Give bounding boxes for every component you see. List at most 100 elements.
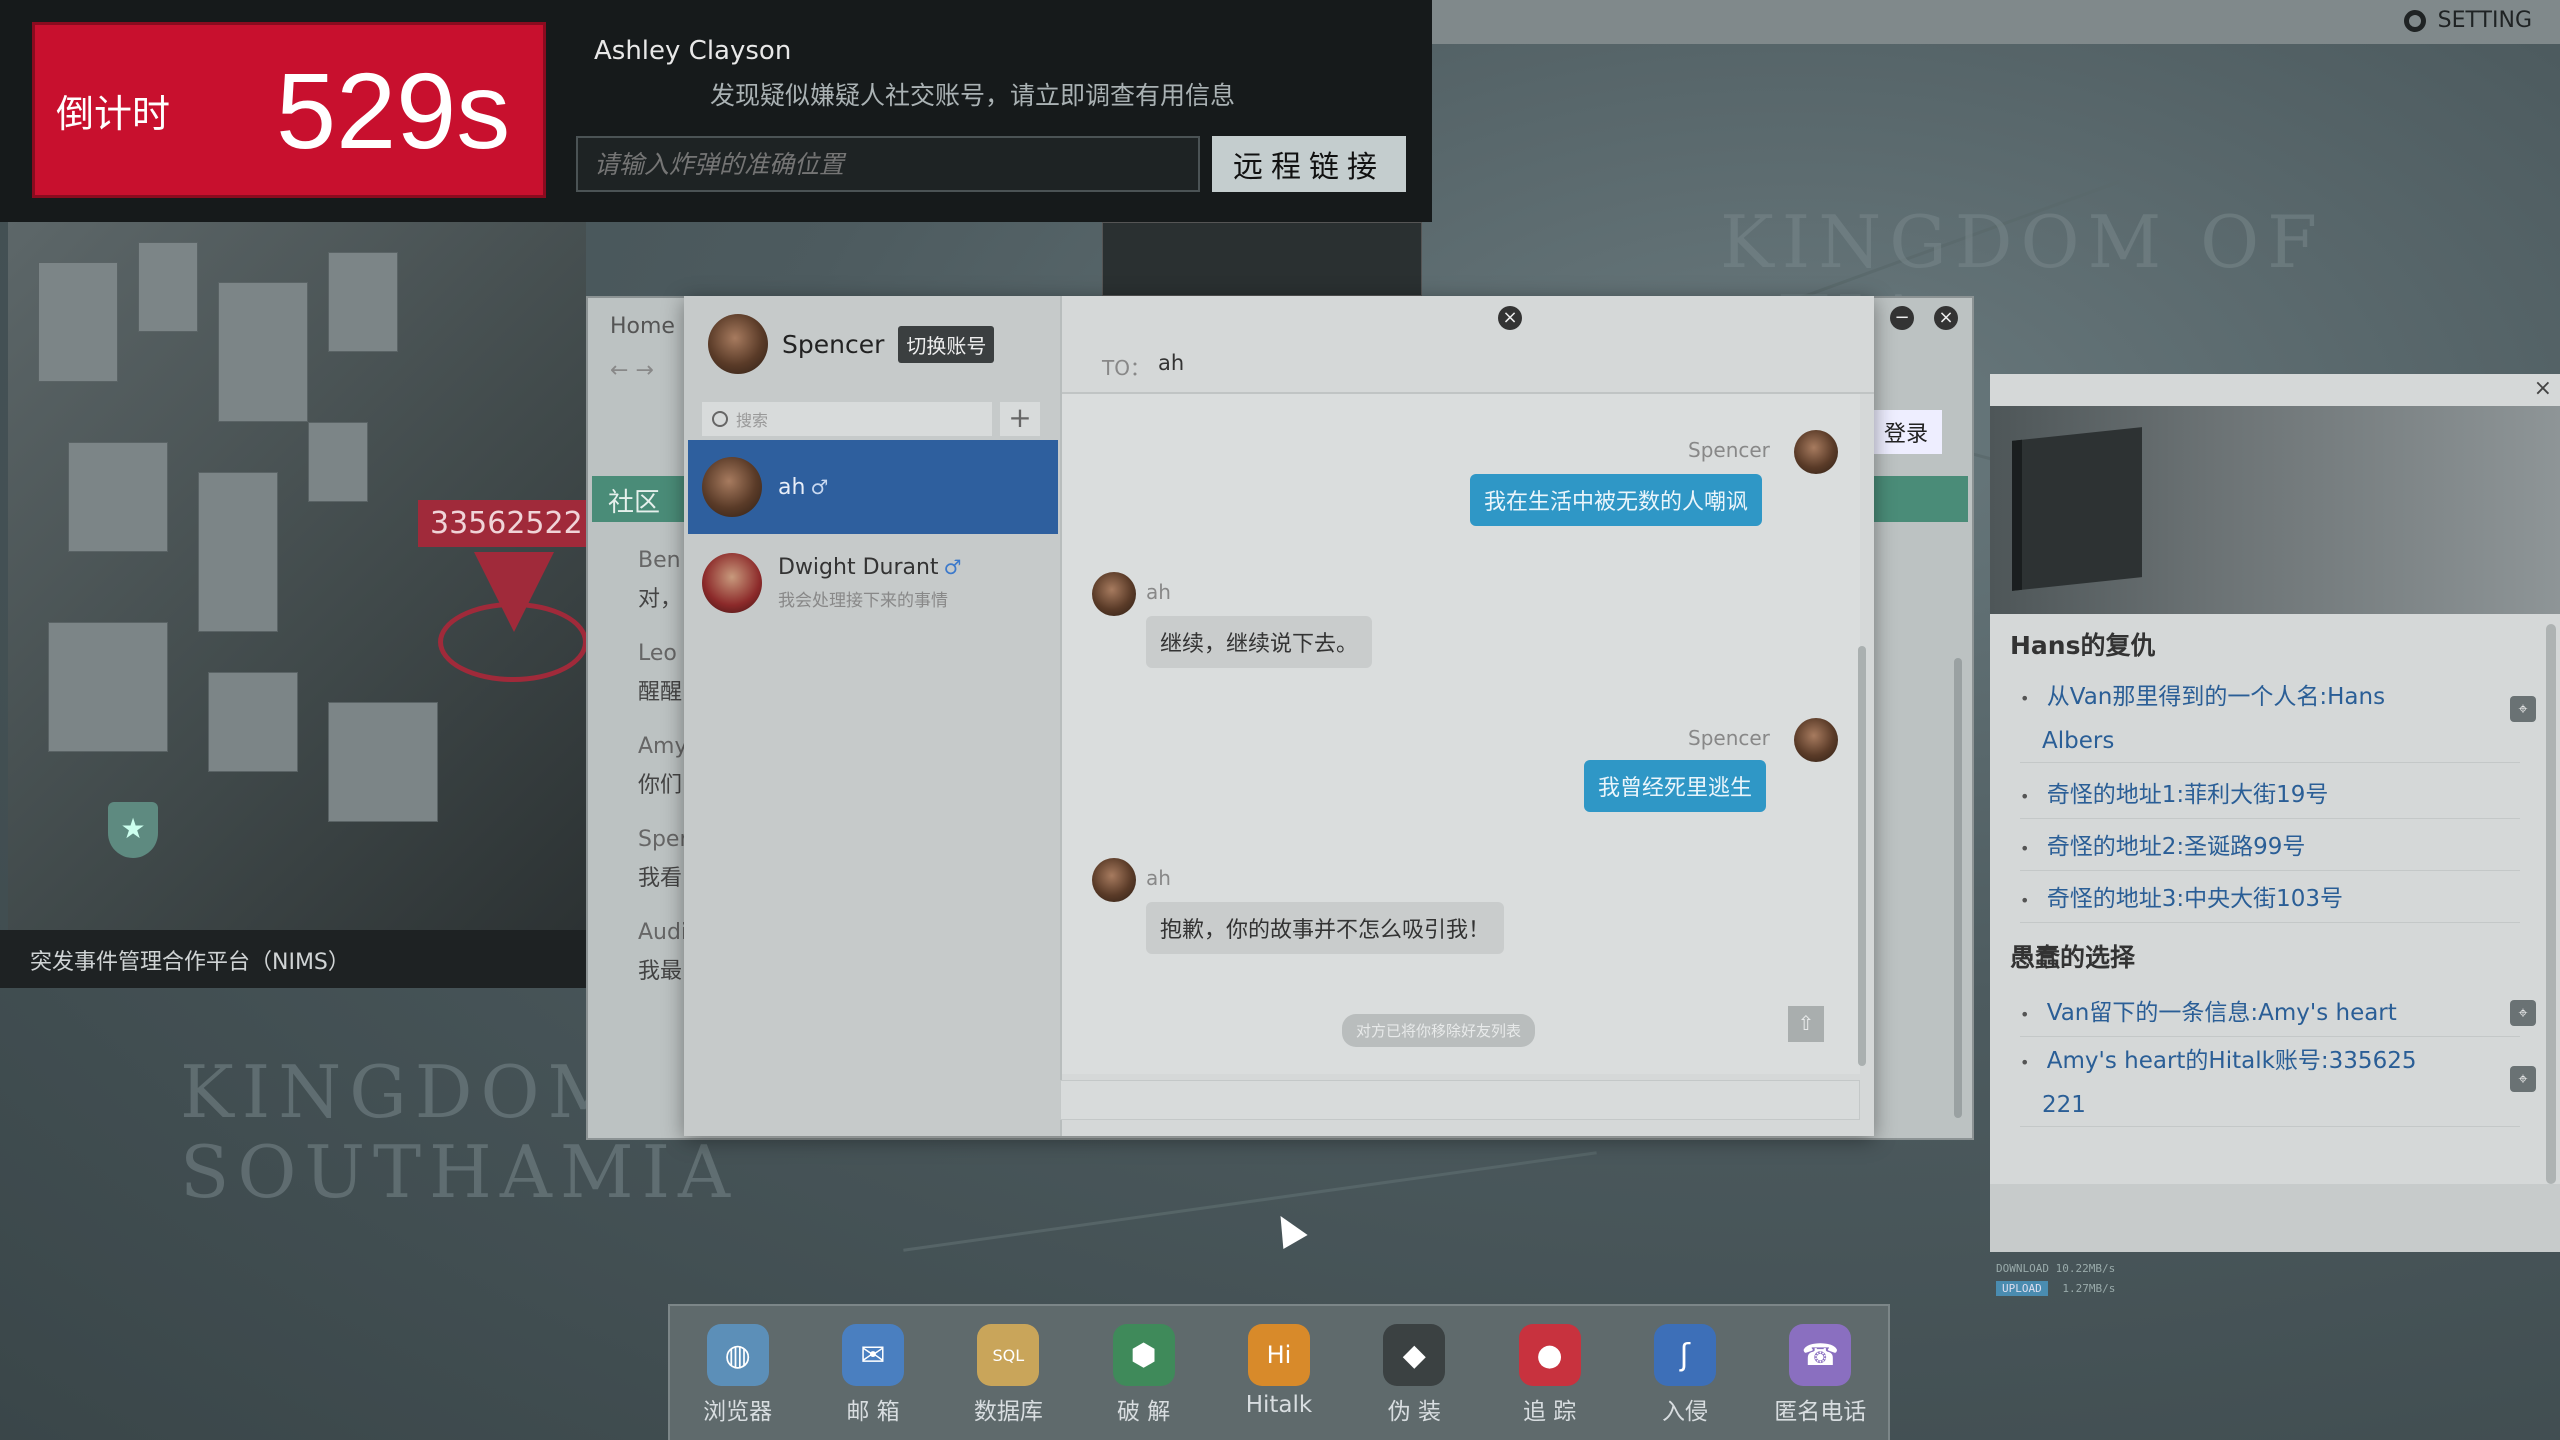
target-phone-tag: 335625221: [418, 500, 586, 547]
dock-disguise[interactable]: ◆ 伪 装: [1354, 1324, 1474, 1426]
dock-label: 浏览器: [703, 1399, 773, 1425]
account-name: Spencer: [782, 329, 885, 359]
clue-link-icon[interactable]: ⌖: [2510, 1066, 2536, 1092]
contact-preview: 我会处理接下来的事情: [778, 591, 948, 611]
message-bubble: 继续，继续说下去。: [1146, 616, 1373, 668]
dock-hitalk[interactable]: Hi Hitalk: [1219, 1324, 1339, 1418]
app-dock: ◍ 浏览器 ✉ 邮 箱 SQL 数据库 ⬢ 破 解 Hi Hitalk ◆ 伪 …: [668, 1304, 1890, 1440]
dock-crack[interactable]: ⬢ 破 解: [1084, 1324, 1204, 1426]
message-sender: ah: [1146, 580, 1171, 604]
countdown-timer: 倒计时 529s: [32, 22, 546, 198]
to-label: TO：: [1102, 356, 1150, 380]
dock-database[interactable]: SQL 数据库: [948, 1324, 1068, 1426]
dock-label: Hitalk: [1245, 1392, 1313, 1418]
notes-scrollbar[interactable]: [2546, 624, 2556, 1184]
clue-item[interactable]: 从Van那里得到的一个人名:Hans Albers: [2020, 676, 2520, 763]
clue-text: 奇怪的地址2:圣诞路99号: [2046, 834, 2306, 860]
clue-link-icon[interactable]: ⌖: [2510, 696, 2536, 722]
building: [208, 672, 298, 772]
dock-label: 入侵: [1661, 1399, 1708, 1425]
avatar: [1092, 572, 1136, 616]
contact-item[interactable]: Dwight Durant ♂ 我会处理接下来的事情: [688, 536, 1058, 630]
contact-search-input[interactable]: 搜索: [702, 402, 992, 436]
login-button[interactable]: 登录: [1869, 410, 1942, 454]
add-contact-button[interactable]: +: [1000, 402, 1040, 436]
map-label: KINGDOM OF: [1720, 200, 2326, 284]
map-road: [903, 1151, 1597, 1252]
notes-header: ×: [1990, 374, 2560, 406]
scroll-top-button[interactable]: ⇧: [1788, 1006, 1824, 1042]
download-value: 10.22MB/s: [2055, 1262, 2116, 1275]
clue-item[interactable]: 奇怪的地址1:菲利大街19号: [2020, 774, 2520, 819]
close-icon[interactable]: ×: [1934, 306, 1958, 330]
upload-label: UPLOAD: [1996, 1281, 2048, 1296]
clue-text: 奇怪的地址3:中央大街103号: [2046, 886, 2344, 912]
lock-icon: ⬢: [1112, 1324, 1175, 1386]
switch-account-button[interactable]: 切换账号: [898, 325, 995, 363]
avatar: [708, 314, 768, 374]
section-title: Hans的复仇: [2010, 631, 2156, 660]
dock-browser[interactable]: ◍ 浏览器: [678, 1324, 798, 1426]
setting-label: SETTING: [2437, 8, 2532, 33]
minimize-icon[interactable]: −: [1890, 306, 1914, 330]
book-icon: [2012, 427, 2142, 591]
dock-label: 数据库: [973, 1399, 1043, 1425]
top-bar: SETTING: [1432, 0, 2560, 44]
clue-text: 从Van那里得到的一个人名:Hans: [2046, 684, 2386, 710]
clue-text: 221: [2042, 1092, 2086, 1118]
clue-item[interactable]: Amy's heart的Hitalk账号:335625 221: [2020, 1040, 2520, 1127]
hitalk-icon: Hi: [1247, 1324, 1310, 1386]
contacts-panel: Spencer 切换账号 搜索 + ah ♂ Dwight Durant ♂ 我…: [684, 296, 1062, 1136]
target-ring: [438, 602, 586, 682]
clue-list: Hans的复仇 从Van那里得到的一个人名:Hans Albers ⌖ 奇怪的地…: [1990, 614, 2560, 1184]
avatar: [1794, 718, 1838, 762]
bomb-location-input[interactable]: [576, 136, 1200, 192]
nav-arrows[interactable]: ← →: [610, 358, 654, 383]
globe-icon: ◍: [706, 1324, 769, 1386]
message-bubble: 我在生活中被无数的人嘲讽: [1470, 474, 1763, 526]
message-bubble: 我曾经死里逃生: [1584, 760, 1767, 812]
message-sender: Spencer: [1688, 438, 1770, 462]
building: [138, 242, 198, 332]
building: [218, 282, 308, 422]
clue-item[interactable]: Van留下的一条信息:Amy's heart: [2020, 992, 2520, 1037]
setting-button[interactable]: SETTING: [2403, 8, 2532, 33]
mission-panel: 倒计时 529s Ashley Clayson 发现疑似嫌疑人社交账号，请立即调…: [0, 0, 1432, 222]
avatar: [702, 457, 762, 517]
clue-link-icon[interactable]: ⌖: [2510, 1000, 2536, 1026]
avatar: [1794, 430, 1838, 474]
message-input[interactable]: [1060, 1080, 1860, 1120]
building: [328, 702, 438, 822]
message-list: Spencer 我在生活中被无数的人嘲讽 ah 继续，继续说下去。 Spence…: [1062, 394, 1860, 1074]
tab-community[interactable]: 社区: [608, 482, 660, 519]
suspect-name: Ashley Clayson: [594, 36, 792, 66]
building: [308, 422, 368, 502]
gear-icon: [2403, 9, 2426, 32]
conversation-header: TO： ah ×: [1062, 296, 1874, 394]
tab-home[interactable]: Home: [610, 314, 675, 339]
clue-item[interactable]: 奇怪的地址3:中央大街103号: [2020, 878, 2520, 923]
dock-intrude[interactable]: ʃ 入侵: [1625, 1324, 1745, 1426]
nims-label: 突发事件管理合作平台（NIMS）: [0, 930, 586, 988]
dock-track[interactable]: ● 追 踪: [1490, 1324, 1610, 1426]
dock-mail[interactable]: ✉ 邮 箱: [813, 1324, 933, 1426]
disguise-icon: ◆: [1383, 1324, 1446, 1386]
police-shield-icon: ★: [108, 802, 158, 858]
close-icon[interactable]: ×: [2534, 376, 2552, 401]
city-map: 335625221 ★: [8, 222, 586, 930]
building: [38, 262, 118, 382]
dock-anon-call[interactable]: ☎ 匿名电话: [1760, 1324, 1880, 1426]
building: [198, 472, 278, 632]
clue-item[interactable]: 奇怪的地址2:圣诞路99号: [2020, 826, 2520, 871]
notes-panel: × Hans的复仇 从Van那里得到的一个人名:Hans Albers ⌖ 奇怪…: [1990, 374, 2560, 1252]
dock-label: 破 解: [1116, 1399, 1171, 1425]
building: [328, 252, 398, 352]
message-scrollbar[interactable]: [1858, 646, 1866, 1066]
contact-item[interactable]: ah ♂: [688, 440, 1058, 534]
contact-name: ah: [778, 474, 806, 500]
remote-link-button[interactable]: 远程链接: [1212, 136, 1406, 192]
close-icon[interactable]: ×: [1498, 306, 1522, 330]
sql-icon: SQL: [977, 1324, 1040, 1386]
male-icon: ♂: [810, 474, 829, 499]
browser-scrollbar[interactable]: [1954, 658, 1962, 1118]
